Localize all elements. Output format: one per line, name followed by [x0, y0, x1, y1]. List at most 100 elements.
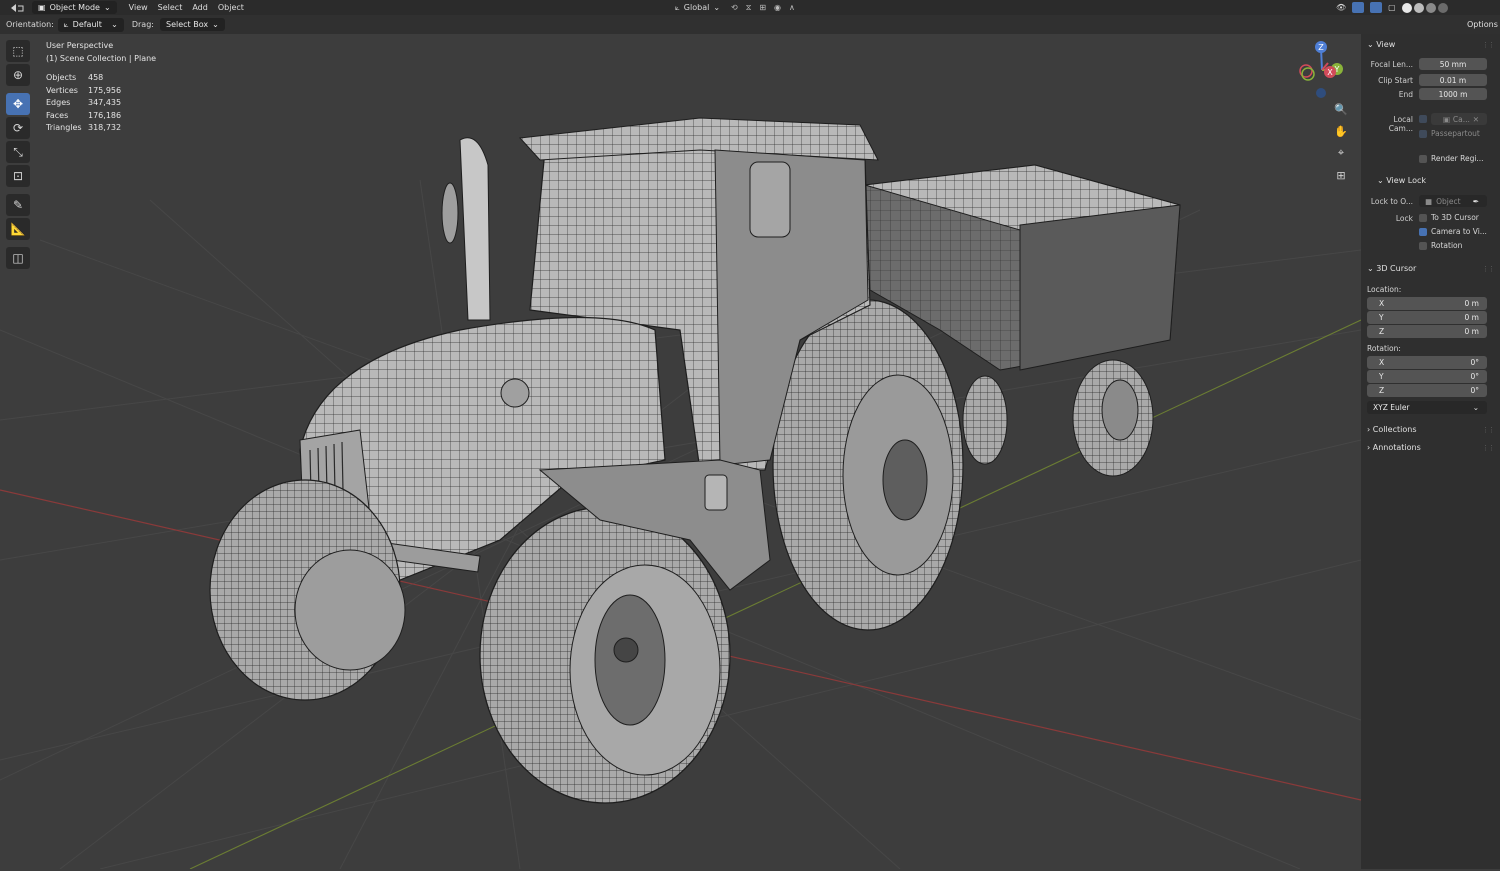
proportional-edit-icon[interactable]: ◉ [774, 3, 781, 13]
axis-value: 0° [1470, 386, 1479, 395]
collections-section-header[interactable]: › Collections [1367, 425, 1417, 434]
chevron-down-icon: ⌄ [713, 3, 721, 12]
cursor-tool-icon[interactable]: ⊕ [6, 64, 30, 86]
chevron-down-icon: ⌄ [1367, 40, 1374, 49]
local-camera-value: Ca... [1452, 114, 1470, 124]
orientation-dropdown[interactable]: ⟀ Default ⌄ [57, 17, 124, 32]
tool-settings-bar: Orientation: ⟀ Default ⌄ Drag: Select Bo… [0, 15, 1500, 34]
focal-length-field[interactable]: 50 mm [1419, 58, 1487, 70]
transform-orientation-selector[interactable]: ⟀ Global ⌄ [675, 3, 720, 13]
overlay-toggle-icon[interactable] [1370, 2, 1383, 13]
cursor-rotation-z[interactable]: Z 0° [1367, 384, 1487, 397]
gizmo-neg-y[interactable] [1301, 67, 1315, 81]
annotations-section-title: Annotations [1372, 443, 1421, 452]
cursor-location-x[interactable]: X 0 m [1367, 297, 1487, 310]
options-button[interactable]: Options [1467, 20, 1498, 29]
clip-start-field[interactable]: 0.01 m [1419, 74, 1487, 86]
falloff-icon[interactable]: ∧ [789, 3, 795, 13]
axis-label: Z [1379, 386, 1385, 395]
rotation-mode-dropdown[interactable]: XYZ Euler ⌄ [1367, 401, 1487, 414]
lock-camera-checkbox[interactable] [1419, 228, 1427, 236]
sidebar-panel: ⌄ View ⋮⋮ Focal Len... 50 mm Clip Start … [1361, 34, 1500, 869]
shading-modes [1401, 2, 1448, 13]
cursor-section-header[interactable]: ⌄ 3D Cursor [1367, 264, 1416, 273]
active-collection-label: (1) Scene Collection | Plane [46, 53, 157, 63]
mode-label: Object Mode [49, 3, 100, 12]
lock-3d-cursor-checkbox[interactable] [1419, 214, 1427, 222]
eyedropper-icon[interactable]: ✒ [1473, 197, 1479, 206]
chevron-down-icon: ⌄ [1367, 264, 1374, 273]
measure-tool-icon[interactable]: 📐 [6, 218, 30, 240]
gizmo-toggle-icon[interactable] [1352, 2, 1365, 13]
stat-label: Edges [46, 98, 71, 107]
chevron-right-icon: › [1367, 443, 1371, 452]
zoom-icon[interactable]: 🔍 [1332, 100, 1350, 118]
menu-select[interactable]: Select [158, 3, 183, 12]
local-camera-checkbox[interactable] [1419, 115, 1427, 123]
stat-value: 458 [88, 73, 104, 82]
wireframe-shading-icon[interactable] [1401, 2, 1412, 13]
xray-icon[interactable]: ▢ [1388, 3, 1396, 12]
menu-add[interactable]: Add [192, 3, 208, 12]
menu-object[interactable]: Object [218, 3, 244, 12]
mode-selector[interactable]: ▣ Object Mode ⌄ [32, 1, 117, 14]
view-section-header[interactable]: ⌄ View [1367, 40, 1395, 49]
navigation-gizmo[interactable]: Z Y X [1290, 38, 1360, 108]
add-cube-tool-icon[interactable]: ◫ [6, 247, 30, 269]
camera-view-icon[interactable]: ⌖ [1332, 144, 1350, 162]
perspective-toggle-icon[interactable]: ⊞ [1332, 166, 1350, 184]
pivot-snap-group: ⟲ ⧖ ⊞ ◉ ∧ [731, 3, 795, 13]
rendered-shading-icon[interactable] [1437, 2, 1448, 13]
lock-camera-label: Camera to Vi... [1431, 227, 1487, 236]
cursor-location-z[interactable]: Z 0 m [1367, 325, 1487, 338]
orientation-value: Default [72, 20, 102, 29]
local-camera-label: Local Cam... [1388, 115, 1413, 133]
scale-tool-icon[interactable]: ⤡ [6, 141, 30, 163]
drag-handle-icon[interactable]: ⋮⋮ [1482, 444, 1495, 452]
stat-row: Triangles 318,732 [46, 122, 156, 135]
passepartout-checkbox[interactable] [1419, 130, 1427, 138]
clear-icon[interactable]: ✕ [1473, 115, 1479, 124]
editor-type-icon[interactable] [8, 3, 26, 13]
clip-start-label: Clip Start [1378, 76, 1413, 85]
3d-viewport[interactable] [0, 34, 1362, 870]
transform-tool-icon[interactable]: ⊡ [6, 165, 30, 187]
annotations-section-header[interactable]: › Annotations [1367, 443, 1421, 452]
cursor-rotation-y[interactable]: Y 0° [1367, 370, 1487, 383]
clip-end-field[interactable]: 1000 m [1419, 88, 1487, 100]
clip-end-label: End [1398, 90, 1413, 99]
rotate-tool-icon[interactable]: ⟳ [6, 117, 30, 139]
gizmo-neg-z[interactable] [1316, 88, 1326, 98]
move-tool-icon[interactable]: ✥ [6, 93, 30, 115]
pivot-icon[interactable]: ⟲ [731, 3, 738, 13]
chevron-down-icon: ⌄ [103, 3, 111, 12]
lock-rotation-label: Rotation [1431, 241, 1463, 250]
axis-value: 0° [1470, 358, 1479, 367]
cursor-location-y[interactable]: Y 0 m [1367, 311, 1487, 324]
snap-increment-icon[interactable]: ⊞ [759, 3, 766, 13]
stat-label: Objects [46, 73, 77, 82]
axis-value: 0 m [1464, 327, 1479, 336]
annotate-tool-icon[interactable]: ✎ [6, 194, 30, 216]
drag-dropdown[interactable]: Select Box ⌄ [159, 18, 225, 31]
cursor-rotation-x[interactable]: X 0° [1367, 356, 1487, 369]
pan-hand-icon[interactable]: ✋ [1332, 122, 1350, 140]
transform-orientation-label: Global [683, 3, 710, 12]
lock-rotation-checkbox[interactable] [1419, 242, 1427, 250]
lock-to-object-field[interactable]: ■ Object ✒ [1419, 195, 1487, 207]
view-lock-subsection-header[interactable]: ⌄ View Lock [1377, 176, 1426, 185]
drag-handle-icon[interactable]: ⋮⋮ [1482, 265, 1495, 273]
drag-handle-icon[interactable]: ⋮⋮ [1482, 426, 1495, 434]
stat-label: Faces [46, 110, 69, 120]
lock-label: Lock [1395, 214, 1413, 223]
viewport-shading-group: 👁 ▢ [1336, 2, 1448, 13]
solid-shading-icon[interactable] [1413, 2, 1424, 13]
render-region-checkbox[interactable] [1419, 155, 1427, 163]
visibility-icon[interactable]: 👁 [1336, 3, 1346, 12]
snap-icon[interactable]: ⧖ [746, 3, 752, 13]
menu-view[interactable]: View [129, 3, 148, 12]
material-shading-icon[interactable] [1425, 2, 1436, 13]
select-box-tool-icon[interactable]: ⬚ [6, 40, 30, 62]
drag-handle-icon[interactable]: ⋮⋮ [1482, 41, 1495, 49]
local-camera-field[interactable]: ▣ Ca... ✕ [1431, 113, 1487, 125]
